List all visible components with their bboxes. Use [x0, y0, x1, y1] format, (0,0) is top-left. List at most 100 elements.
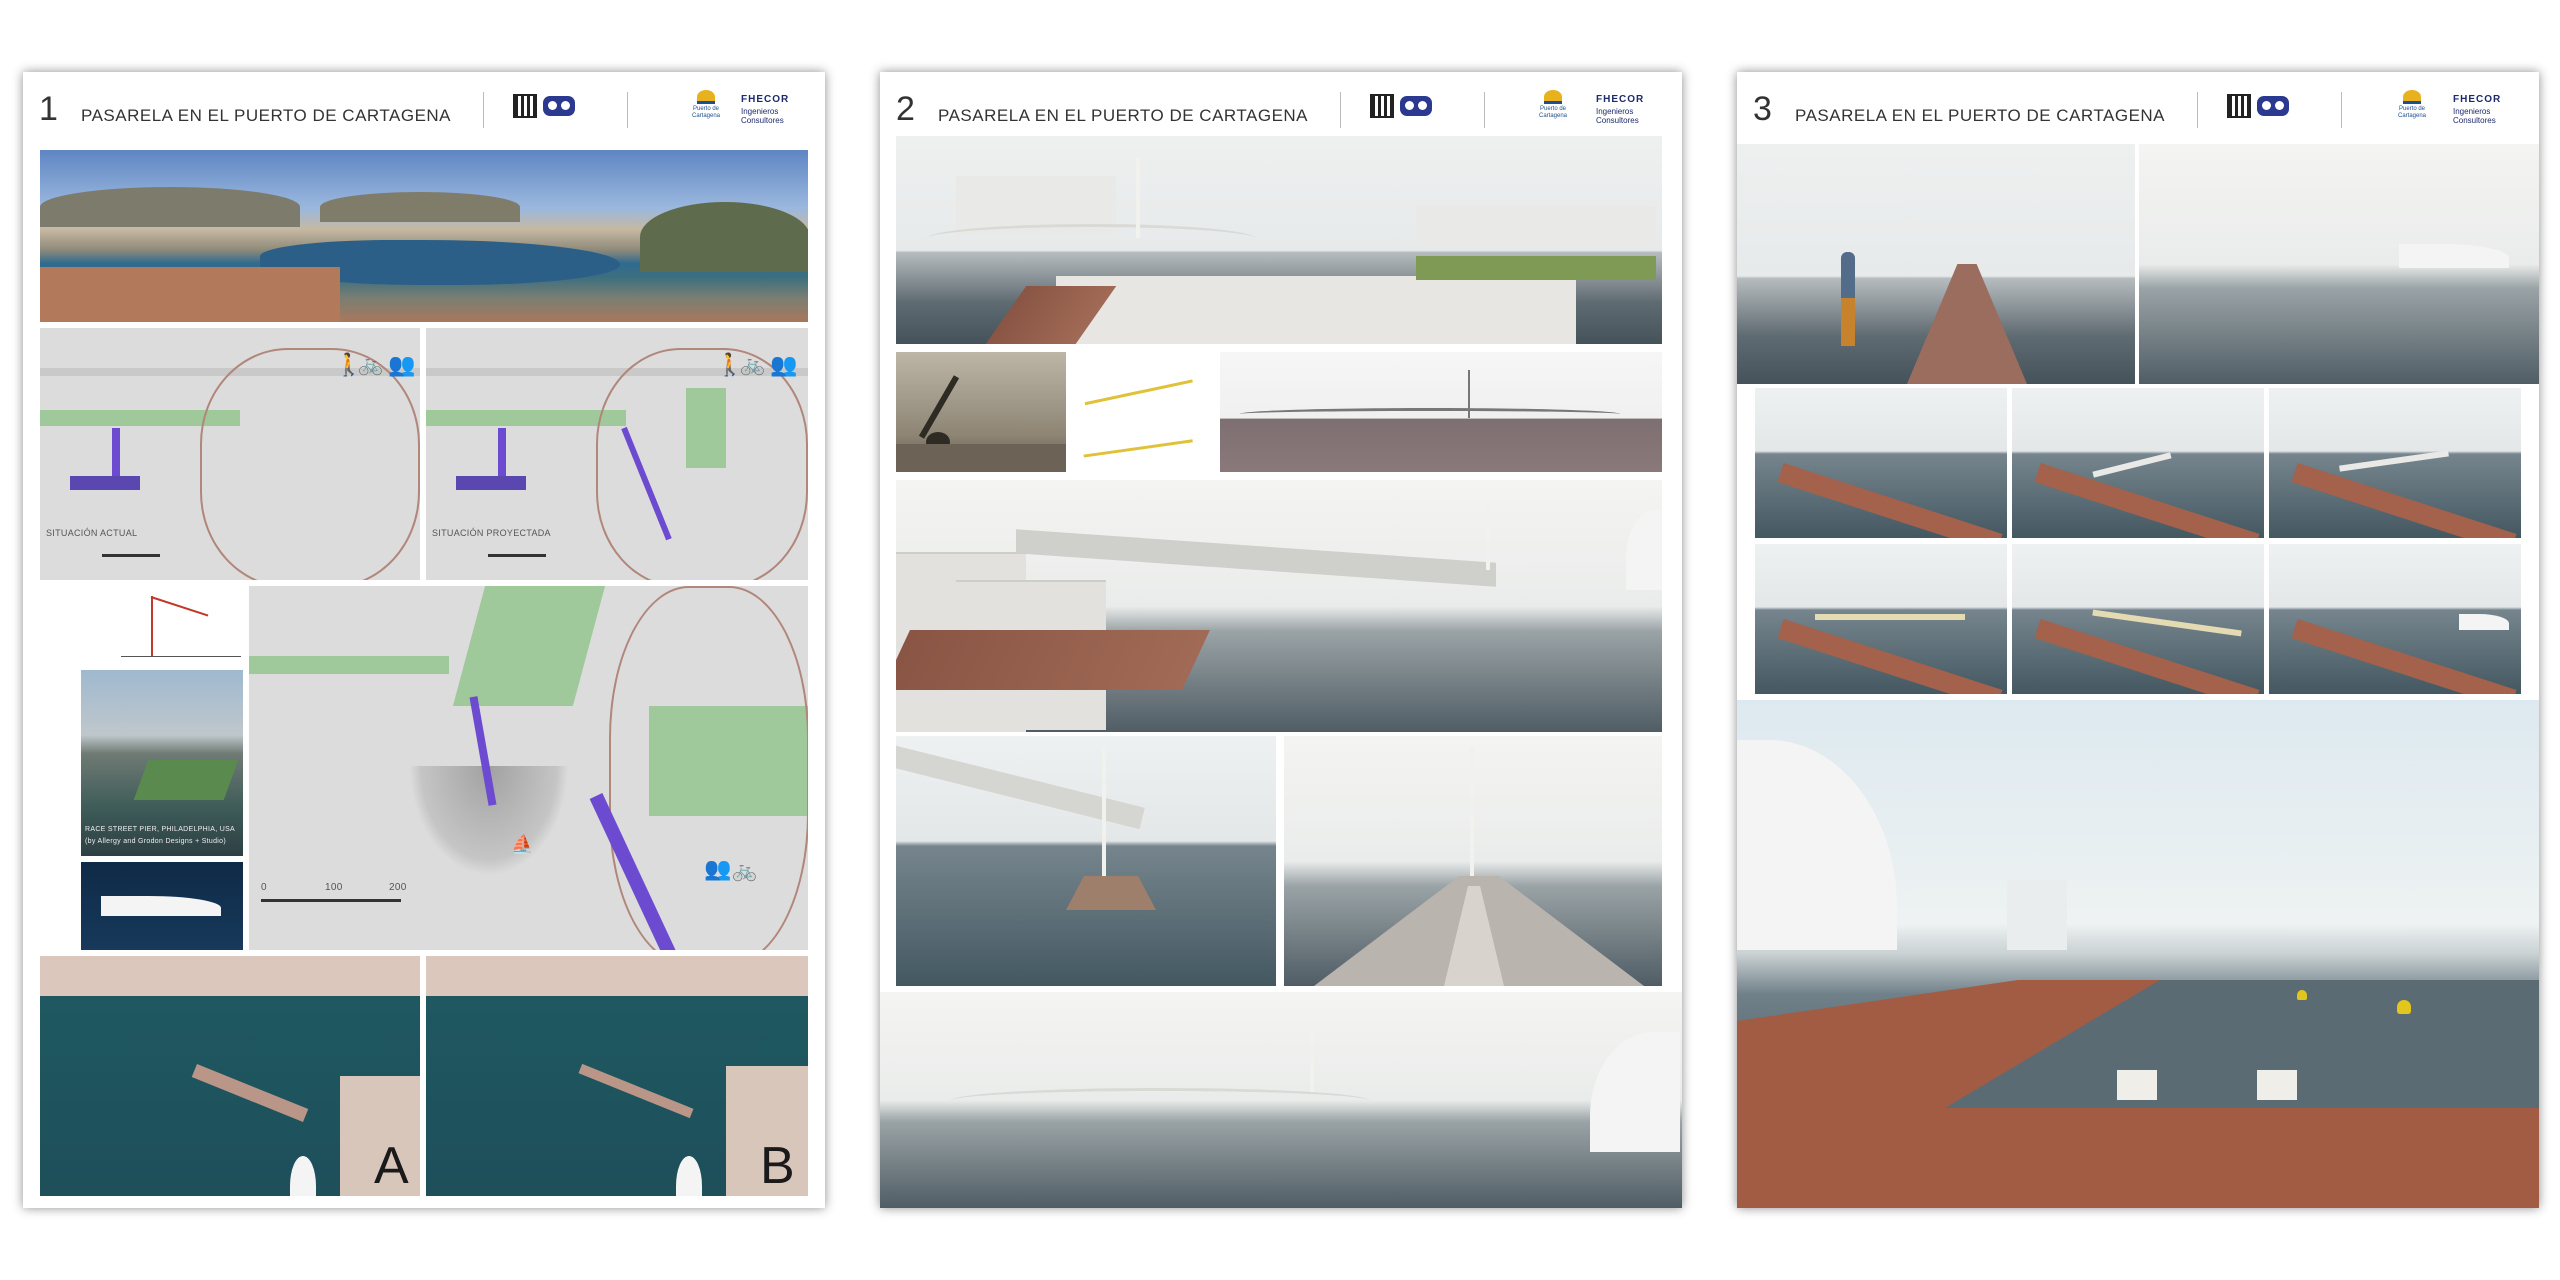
header-separator — [627, 92, 628, 128]
walkway-segment — [2092, 452, 2172, 478]
header-separator — [1484, 92, 1485, 128]
park-strip — [426, 410, 626, 426]
bridge-mast — [1102, 746, 1106, 876]
vr-headset-icon[interactable] — [1400, 96, 1432, 116]
board-3: 3 PASARELA EN EL PUERTO DE CARTAGENA Pue… — [1737, 72, 2539, 1208]
walkway-option-a — [191, 1064, 309, 1122]
bollard — [2117, 1070, 2157, 1100]
qr-code-icon[interactable] — [513, 94, 537, 118]
qr-code-icon[interactable] — [1370, 94, 1394, 118]
caption-current-situation: SITUACIÓN ACTUAL — [46, 528, 138, 538]
deck-line — [1240, 408, 1620, 420]
park-area — [452, 586, 606, 706]
render-person-on-walkway — [1737, 144, 2135, 384]
boat-icon: ⛵ — [511, 834, 534, 854]
port-logo-mark — [697, 90, 715, 104]
pier-park — [133, 760, 239, 800]
sketch-line — [1081, 362, 1193, 406]
pier-block — [456, 476, 526, 490]
crane-mast-sketch — [151, 596, 153, 656]
sequence-frame-6 — [2269, 544, 2521, 694]
fhecor-logo-name: FHECOR — [741, 94, 790, 105]
fhecor-logo-sub: Ingenieros Consultores — [1596, 107, 1639, 125]
reference-photo-race-street-pier: RACE STREET PIER, PHILADELPHIA, USA (by … — [81, 670, 243, 856]
walkway-segment — [2339, 450, 2449, 472]
port-logo-text: Puerto de Cartagena — [1538, 106, 1568, 119]
cyclist-icon: 🚲 — [358, 354, 383, 376]
qr-code-icon[interactable] — [2227, 94, 2251, 118]
render-steps — [896, 480, 1662, 732]
cruise-ship — [1626, 510, 1662, 590]
board-number: 1 — [39, 90, 58, 128]
walkway-deck — [1016, 529, 1496, 587]
panorama-photo — [40, 150, 808, 322]
board-header: 2 PASARELA EN EL PUERTO DE CARTAGENA Pue… — [880, 72, 1682, 138]
person — [1841, 252, 1855, 300]
port-logo: Puerto de Cartagena — [1530, 90, 1576, 126]
crane-arm — [918, 375, 960, 439]
buoy — [2397, 1000, 2411, 1014]
walkway-deck — [926, 224, 1256, 254]
scale-bar — [102, 554, 160, 557]
port-logo-mark — [1544, 90, 1562, 104]
header-separator — [1340, 92, 1341, 128]
pier-path — [112, 428, 120, 478]
building — [1416, 206, 1656, 246]
reference-caption-credit: (by Allergy and Grodon Designs + Studio) — [85, 838, 226, 845]
render-wood-deck — [1737, 700, 2539, 1208]
detail-map: ⛵ 👥 🚲 0 100 200 — [249, 586, 808, 950]
board-title: PASARELA EN EL PUERTO DE CARTAGENA — [938, 106, 1309, 125]
group-icon: 👥 — [770, 352, 798, 377]
scale-label-200: 200 — [389, 882, 407, 893]
cruise-ship — [290, 1156, 316, 1196]
sequence-frame-3 — [2269, 388, 2521, 538]
board-2: 2 PASARELA EN EL PUERTO DE CARTAGENA Pue… — [880, 72, 1682, 1208]
header-separator — [2197, 92, 2198, 128]
map-projected-situation: 🚶 🚲 👥 SITUACIÓN PROYECTADA — [426, 328, 808, 580]
sequence-frame-2 — [2012, 388, 2264, 538]
port-logo: Puerto de Cartagena — [683, 90, 729, 126]
fhecor-logo: FHECOR Ingenieros Consultores — [2453, 94, 2525, 125]
aerial-option-b: B — [426, 956, 808, 1196]
cruise-ship-photo — [81, 862, 243, 950]
walkway-perspective — [1907, 264, 2027, 384]
render-wide-view — [880, 992, 1682, 1208]
board-number: 2 — [896, 90, 915, 128]
wood-deck — [896, 630, 1210, 690]
cruise-ship — [2399, 244, 2509, 268]
board-1: 1 PASARELA EN EL PUERTO DE CARTAGENA Pue… — [23, 72, 825, 1208]
concept-sketch — [1072, 352, 1212, 472]
bridge-mast — [1310, 1026, 1314, 1092]
fhecor-logo-sub: Ingenieros Consultores — [2453, 107, 2496, 125]
mast-base — [1066, 876, 1156, 910]
walkway-option-b — [578, 1063, 694, 1119]
option-label-b: B — [760, 1137, 795, 1195]
scale-label-100: 100 — [325, 882, 343, 893]
quay-edge — [2291, 618, 2517, 694]
board-title: PASARELA EN EL PUERTO DE CARTAGENA — [81, 106, 452, 125]
reference-caption: RACE STREET PIER, PHILADELPHIA, USA — [85, 826, 236, 833]
quay-edge — [2291, 462, 2517, 538]
header-separator — [2341, 92, 2342, 128]
map-current-situation: 🚶 🚲 👥 SITUACIÓN ACTUAL — [40, 328, 420, 580]
fhecor-logo: FHECOR Ingenieros Consultores — [741, 94, 813, 125]
scale-bar — [261, 899, 401, 902]
scale-bar — [488, 554, 546, 557]
bollard — [2257, 1070, 2297, 1100]
bridge-mast — [1470, 746, 1474, 886]
bridge-mast — [1136, 158, 1140, 238]
render-overview — [896, 136, 1662, 344]
city-roofs — [40, 267, 340, 322]
vr-headset-icon[interactable] — [543, 96, 575, 116]
vr-headset-icon[interactable] — [2257, 96, 2289, 116]
sketch-line — [1081, 422, 1193, 458]
group-icon: 👥 — [388, 352, 416, 377]
coast-line — [200, 348, 420, 580]
port-logo-text: Puerto de Cartagena — [691, 106, 721, 119]
cruise-ship — [1737, 740, 1897, 950]
pier-path — [498, 428, 506, 478]
walkway-segment — [2092, 609, 2242, 637]
buoy — [2297, 990, 2307, 1000]
board-header: 1 PASARELA EN EL PUERTO DE CARTAGENA Pue… — [23, 72, 825, 138]
walkway-deck — [950, 1088, 1370, 1114]
